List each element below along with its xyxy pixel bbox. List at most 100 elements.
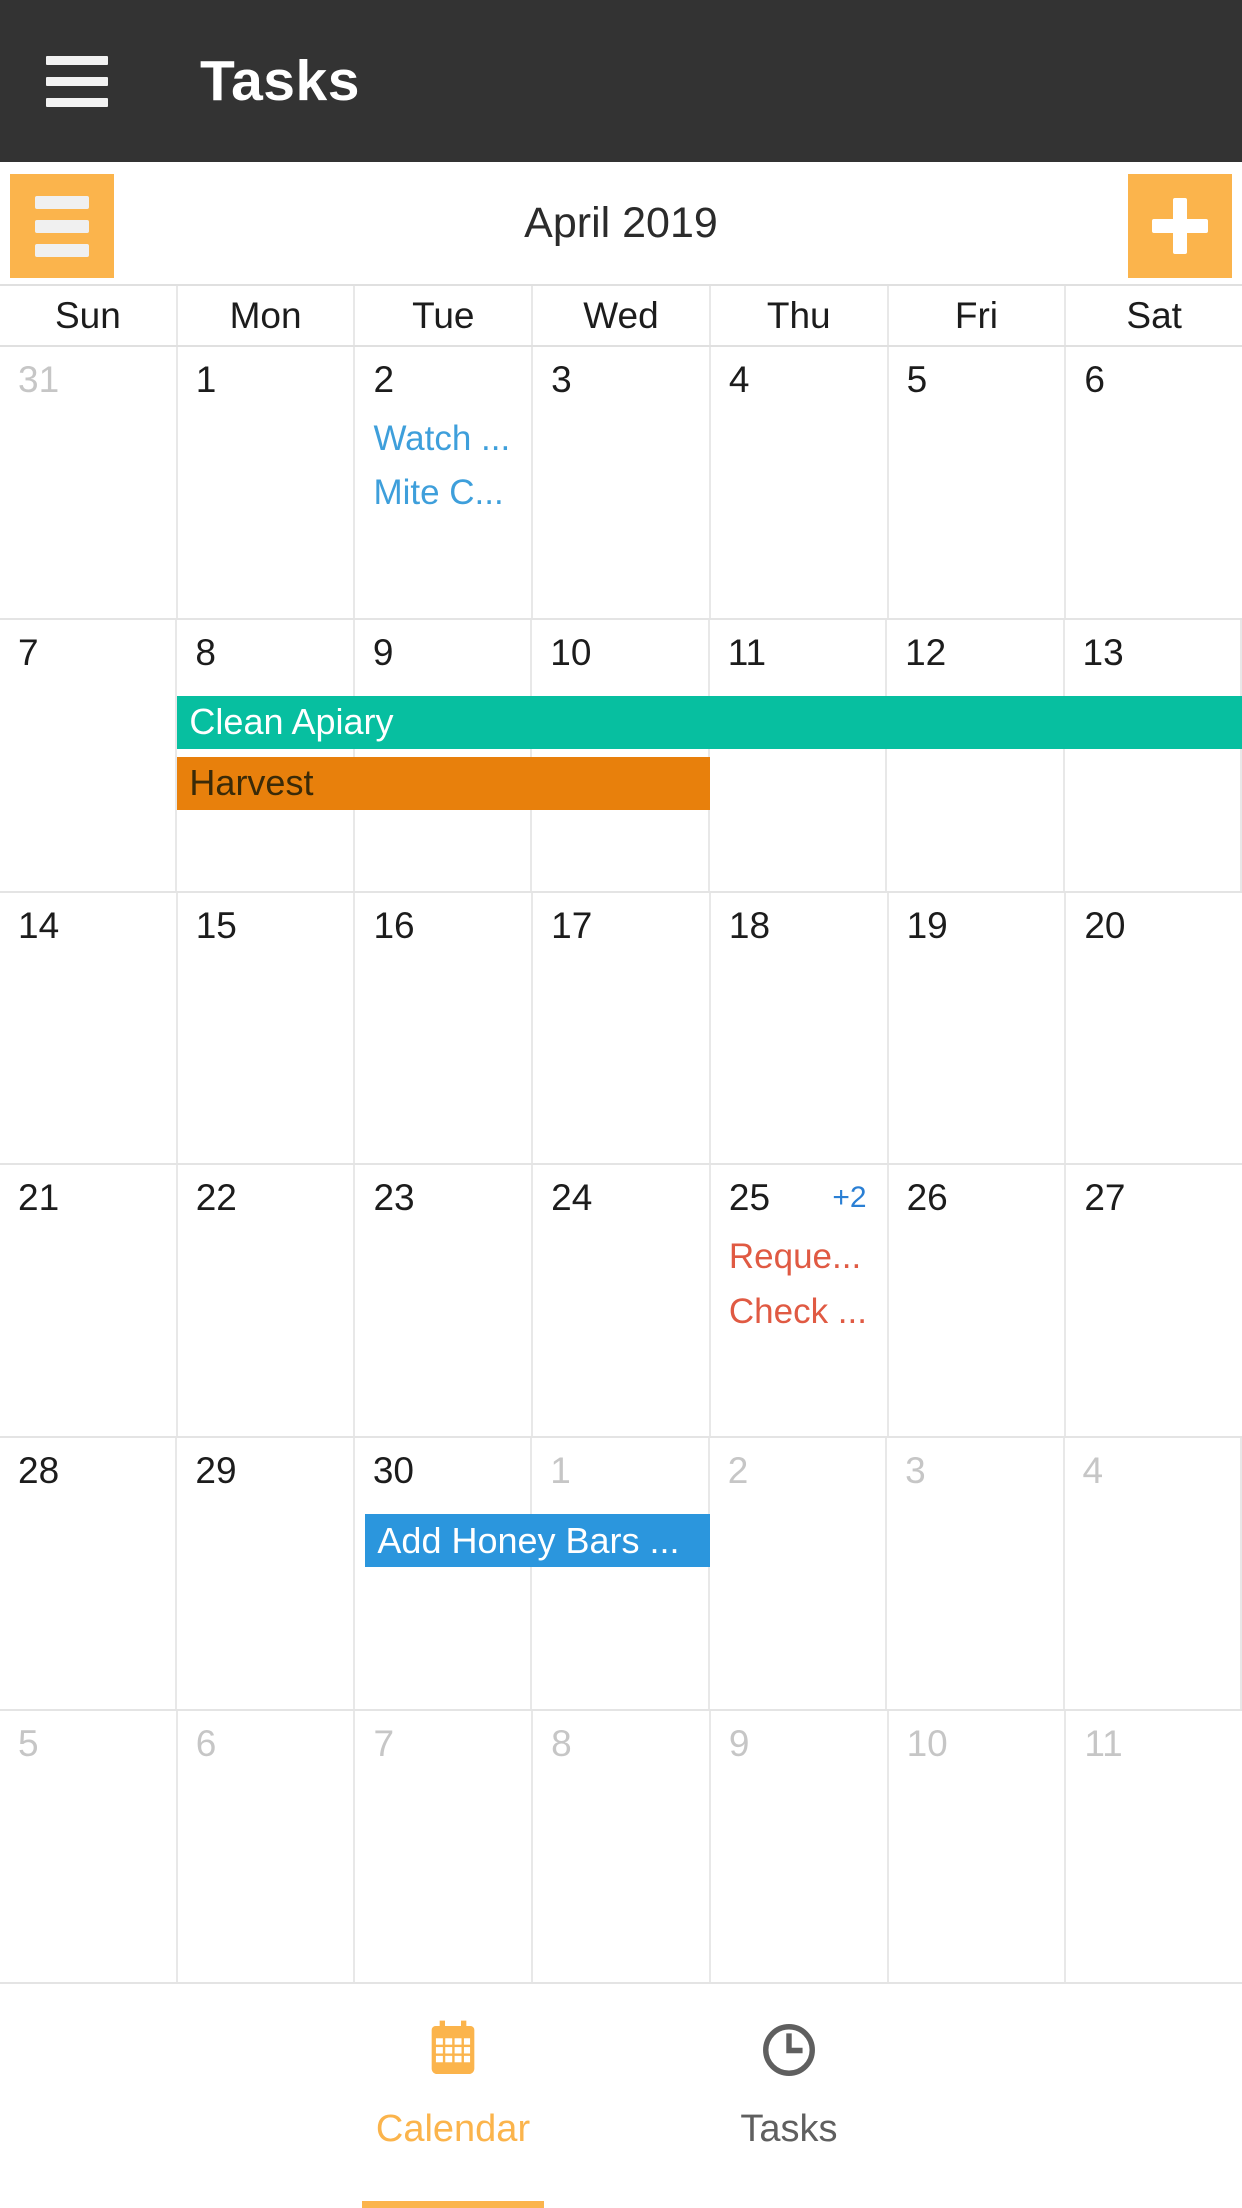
day-number: 2 — [373, 359, 395, 400]
day-cell[interactable]: 8 — [533, 1711, 711, 1982]
day-event-list: Watch ... Mite C... — [373, 420, 531, 513]
calendar-event-bar[interactable]: Harvest — [177, 756, 710, 810]
day-cell[interactable]: 20 — [1066, 893, 1242, 1164]
day-cell[interactable]: 1 — [178, 347, 356, 618]
day-number: 5 — [906, 359, 928, 400]
tab-calendar[interactable]: Calendar — [328, 2014, 578, 2208]
day-cell[interactable]: 3 — [533, 347, 711, 618]
calendar-event[interactable]: Reque... — [729, 1238, 887, 1277]
calendar-event-bar[interactable]: Add Honey Bars ... — [365, 1514, 710, 1568]
hamburger-bar — [46, 55, 108, 65]
day-cell[interactable]: 19 — [889, 892, 1067, 1164]
day-cell[interactable]: 21 — [0, 1165, 178, 1437]
hamburger-menu-icon[interactable] — [46, 48, 112, 114]
day-number: 1 — [195, 359, 217, 400]
day-cell[interactable]: 27 — [1066, 1165, 1242, 1436]
day-cell[interactable]: 9 — [355, 619, 533, 891]
calendar-event-bar[interactable]: Clean Apiary — [177, 695, 1242, 749]
day-number: 1 — [550, 1450, 571, 1492]
weekday-wed: Wed — [533, 286, 711, 345]
page-title: Tasks — [200, 49, 360, 113]
day-number: 8 — [551, 1723, 572, 1765]
day-cell[interactable]: 6 — [178, 1711, 356, 1982]
day-cell[interactable]: 24 — [533, 1165, 711, 1437]
day-cell[interactable]: 6 — [1066, 347, 1242, 618]
day-number: 30 — [372, 1450, 414, 1492]
tab-tasks[interactable]: Tasks — [664, 2014, 914, 2208]
day-cell[interactable]: 4 — [1065, 1438, 1242, 1710]
calendar-icon — [421, 2014, 485, 2086]
day-number: 4 — [728, 359, 750, 400]
day-cell[interactable]: 12 — [887, 619, 1065, 891]
day-number: 11 — [1084, 1723, 1123, 1765]
day-cell[interactable]: 30 — [355, 1438, 533, 1710]
calendar-event[interactable]: Check ... — [729, 1293, 887, 1332]
day-cell[interactable]: 10 — [532, 619, 710, 891]
calendar-menu-button[interactable] — [10, 174, 114, 278]
month-label: April 2019 — [524, 198, 718, 247]
day-number: 16 — [373, 904, 415, 946]
day-cell[interactable]: 4 — [711, 347, 889, 618]
day-number: 19 — [906, 904, 948, 946]
clock-icon — [758, 2014, 820, 2086]
calendar-week-row: 5 6 7 8 9 10 11 — [0, 1711, 1242, 1984]
day-cell[interactable]: 5 — [889, 347, 1067, 618]
day-cell[interactable]: 5 — [0, 1711, 178, 1982]
day-cell[interactable]: 29 — [177, 1438, 355, 1710]
calendar-week-row: 7 8 9 10 11 12 13 Clean Apiary Harvest — [0, 619, 1242, 893]
active-tab-indicator — [362, 2201, 544, 2208]
weekday-mon: Mon — [178, 286, 356, 345]
day-cell[interactable]: 11 — [1066, 1711, 1242, 1982]
day-cell[interactable]: 10 — [889, 1711, 1067, 1982]
weekday-sun: Sun — [0, 286, 178, 345]
day-number: 9 — [372, 631, 394, 673]
day-cell[interactable]: 28 — [0, 1438, 178, 1710]
day-number: 13 — [1082, 631, 1124, 673]
day-cell[interactable]: 23 — [355, 1165, 534, 1437]
day-number: 11 — [727, 631, 767, 673]
day-cell[interactable]: 18 — [711, 892, 889, 1164]
day-number: 2 — [727, 1450, 749, 1492]
day-cell[interactable]: 22 — [178, 1165, 356, 1437]
day-cell[interactable]: 2 Watch ... Mite C... — [355, 347, 534, 618]
weekday-header: Sun Mon Tue Wed Thu Fri Sat — [0, 284, 1242, 347]
day-number: 3 — [551, 359, 572, 400]
day-event-list: Reque... Check ... — [729, 1238, 887, 1331]
day-number: 8 — [195, 631, 216, 673]
day-cell[interactable]: 2 — [710, 1438, 888, 1710]
day-cell[interactable]: 15 — [178, 892, 356, 1164]
day-cell[interactable]: 9 — [711, 1711, 889, 1982]
day-number: 7 — [373, 1723, 395, 1765]
day-cell[interactable]: 7 — [355, 1711, 534, 1982]
day-cell[interactable]: 11 — [710, 619, 888, 891]
weekday-fri: Fri — [889, 286, 1067, 345]
day-number: 6 — [1084, 359, 1105, 400]
day-cell[interactable]: 14 — [0, 892, 178, 1164]
day-cell[interactable]: 31 — [0, 347, 178, 618]
day-number: 18 — [728, 904, 771, 946]
day-cell[interactable]: 13 — [1065, 619, 1242, 891]
calendar-week-row: 31 1 2 Watch ... Mite C... 3 4 5 6 — [0, 347, 1242, 620]
day-cell[interactable]: 16 — [355, 892, 534, 1164]
calendar-event[interactable]: Watch ... — [373, 420, 531, 459]
app-root: Tasks April 2019 Sun Mon Tue Wed Thu Fri Sat 3… — [0, 0, 1242, 2208]
day-cell[interactable]: 25 +2 Reque... Check ... — [711, 1165, 889, 1437]
day-number: 28 — [18, 1450, 60, 1492]
day-cell[interactable]: 7 — [0, 619, 178, 891]
weekday-sat: Sat — [1126, 294, 1182, 336]
add-event-button[interactable] — [1128, 174, 1232, 278]
day-cell[interactable]: 26 — [889, 1165, 1067, 1437]
day-cell[interactable]: 3 — [887, 1438, 1065, 1710]
day-number: 10 — [906, 1723, 948, 1765]
day-number: 22 — [195, 1177, 237, 1219]
calendar-event[interactable]: Mite C... — [373, 474, 531, 513]
day-number: 15 — [195, 904, 237, 946]
tab-label: Tasks — [740, 2108, 838, 2150]
day-cell[interactable]: 1 — [532, 1438, 710, 1710]
day-cell[interactable]: 8 — [177, 619, 355, 891]
day-cell[interactable]: 17 — [533, 892, 711, 1164]
hamburger-bar — [35, 219, 89, 233]
day-number: 10 — [550, 631, 592, 673]
tab-label: Calendar — [375, 2108, 531, 2150]
more-events-link[interactable]: +2 — [832, 1181, 866, 1215]
